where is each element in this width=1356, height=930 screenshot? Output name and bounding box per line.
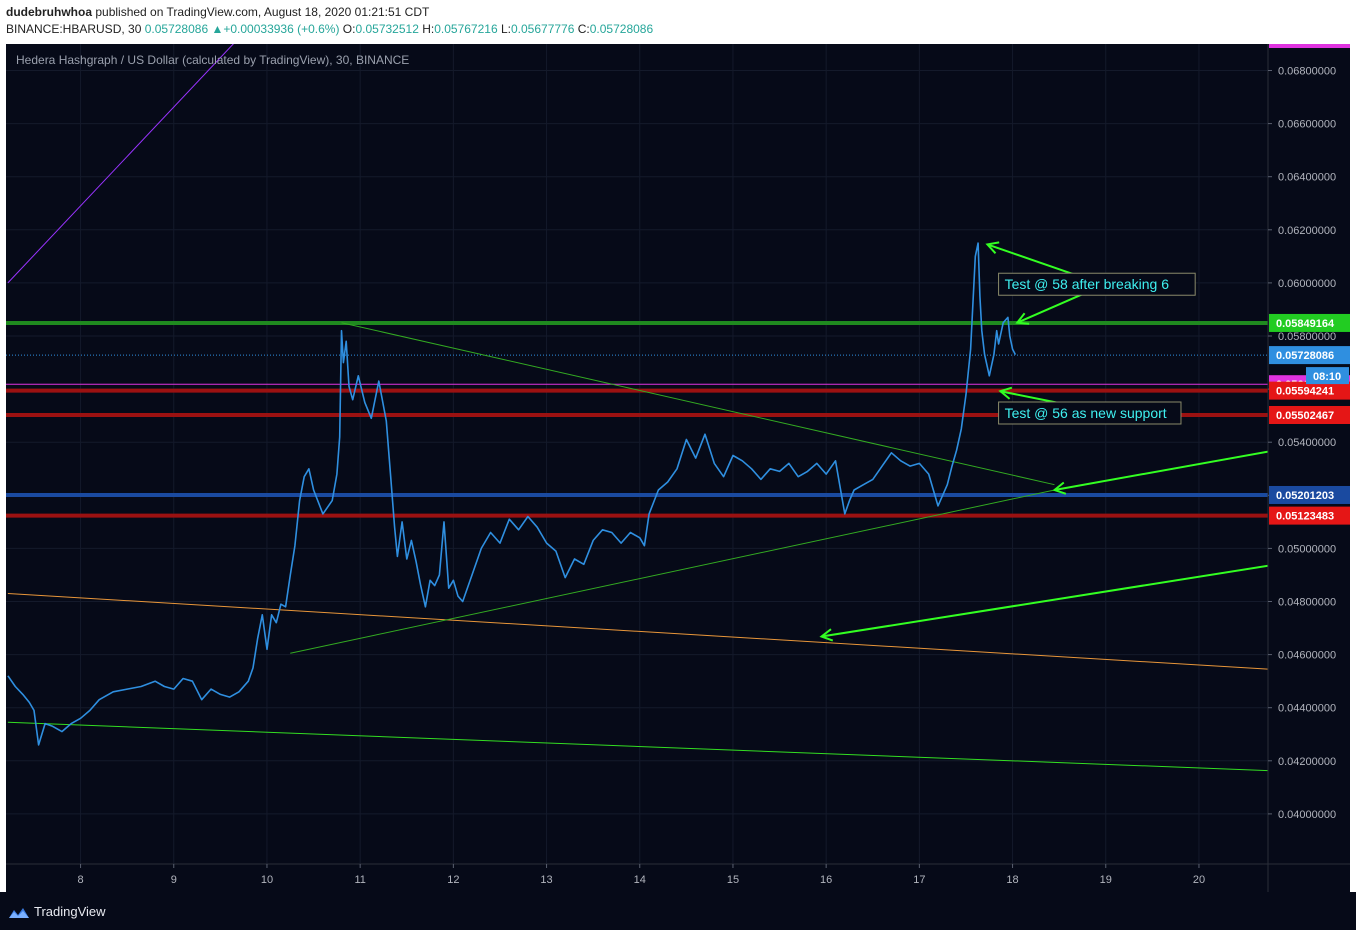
x-tick-label: 19 (1100, 874, 1112, 886)
annotation-label: Test @ 56 as new support (998, 401, 1182, 425)
x-tick-label: 14 (634, 874, 646, 886)
price-axis-marker (1269, 44, 1350, 48)
price-level-tag: 0.05594241 (1269, 381, 1350, 400)
publish-header: dudebruhwhoa published on TradingView.co… (0, 0, 1356, 44)
y-tick-label: 0.06400000 (1278, 172, 1336, 184)
price-chart[interactable]: Test @ 58 after breaking 6 Test @ 56 as n… (6, 44, 1350, 892)
y-tick-label: 0.06600000 (1278, 119, 1336, 131)
annotation-arrow (1054, 450, 1268, 491)
author-name[interactable]: dudebruhwhoa (6, 5, 92, 19)
y-tick-label: 0.05800000 (1278, 331, 1336, 343)
tradingview-logo-text: TradingView (34, 904, 106, 919)
footer: TradingView (0, 892, 1356, 930)
countdown-tag-text: 08:10 (1313, 371, 1341, 383)
y-tick-label: 0.04000000 (1278, 809, 1336, 821)
countdown-tag: 08:10 (1306, 367, 1349, 385)
x-tick-label: 20 (1193, 874, 1205, 886)
symbol-label: BINANCE:HBARUSD, 30 (6, 22, 142, 36)
published-text: published on TradingView.com, August 18,… (95, 5, 430, 19)
high-label: H: (422, 22, 435, 36)
price-level-tag: 0.05502467 (1269, 405, 1350, 424)
x-tick-label: 9 (171, 874, 177, 886)
chart-area[interactable]: Test @ 58 after breaking 6 Test @ 56 as n… (6, 44, 1350, 892)
last-price: 0.05728086 (144, 22, 209, 36)
price-level-tag: 0.05201203 (1269, 485, 1350, 504)
y-tick-label: 0.06000000 (1278, 278, 1336, 290)
y-tick-label: 0.06800000 (1278, 66, 1336, 78)
x-tick-label: 13 (540, 874, 552, 886)
y-tick-label: 0.05000000 (1278, 543, 1336, 555)
price-level-tag: 0.05849164 (1269, 313, 1350, 332)
x-tick-label: 17 (913, 874, 925, 886)
grid-lines (6, 44, 1268, 864)
chart-title: Hedera Hashgraph / US Dollar (calculated… (16, 53, 409, 67)
close-label: C: (577, 22, 590, 36)
price-level-tag-text: 0.05728086 (1276, 350, 1334, 362)
plot-layer: Test @ 58 after breaking 6 Test @ 56 as n… (6, 44, 1268, 772)
open-label: O: (342, 22, 356, 36)
x-tick-label: 10 (261, 874, 273, 886)
price-level-tag-text: 0.05849164 (1276, 318, 1335, 330)
annotation-text: Test @ 58 after breaking 6 (1005, 276, 1170, 292)
change-value: +0.00033936 (+0.6%) (223, 22, 340, 36)
price-level-tag: 0.05123483 (1269, 506, 1350, 525)
y-tick-label: 0.05400000 (1278, 437, 1336, 449)
annotation-arrow (1016, 291, 1088, 324)
y-tick-label: 0.04400000 (1278, 703, 1336, 715)
low-value: 0.05677776 (510, 22, 575, 36)
x-tick-label: 15 (727, 874, 739, 886)
trend-line-green-lower (7, 721, 1268, 772)
publish-line: dudebruhwhoa published on TradingView.co… (6, 5, 429, 19)
x-tick-label: 11 (354, 874, 365, 886)
x-tick-label: 8 (77, 874, 83, 886)
price-level-tag: 0.05728086 (1269, 346, 1350, 365)
x-tick-label: 16 (820, 874, 832, 886)
low-label: L: (500, 22, 511, 36)
high-value: 0.05767216 (434, 22, 498, 36)
x-tick-label: 18 (1006, 874, 1018, 886)
price-level-tag-text: 0.05123483 (1276, 511, 1334, 523)
trend-line-orange (7, 593, 1268, 670)
price-level-tag-text: 0.05502467 (1276, 410, 1334, 422)
ohlc-line: BINANCE:HBARUSD, 30 0.05728086 ▲+0.00033… (6, 22, 653, 36)
y-tick-label: 0.04600000 (1278, 650, 1336, 662)
y-tick-label: 0.04800000 (1278, 597, 1336, 609)
open-value: 0.05732512 (355, 22, 419, 36)
annotation-label: Test @ 58 after breaking 6 (998, 272, 1196, 296)
annotation-text: Test @ 56 as new support (1005, 405, 1167, 421)
close-value: 0.05728086 (589, 22, 654, 36)
y-tick-label: 0.06200000 (1278, 225, 1336, 237)
y-tick-label: 0.04200000 (1278, 756, 1336, 768)
trend-line-purple (7, 44, 234, 284)
price-level-tag-text: 0.05201203 (1276, 490, 1334, 502)
change-arrow-icon: ▲ (211, 22, 224, 36)
tradingview-icon (9, 907, 29, 918)
tradingview-logo[interactable]: TradingView (8, 904, 106, 920)
price-level-tag-text: 0.05594241 (1276, 386, 1334, 398)
trend-line-green-resistance (341, 322, 1055, 486)
x-tick-label: 12 (447, 874, 459, 886)
